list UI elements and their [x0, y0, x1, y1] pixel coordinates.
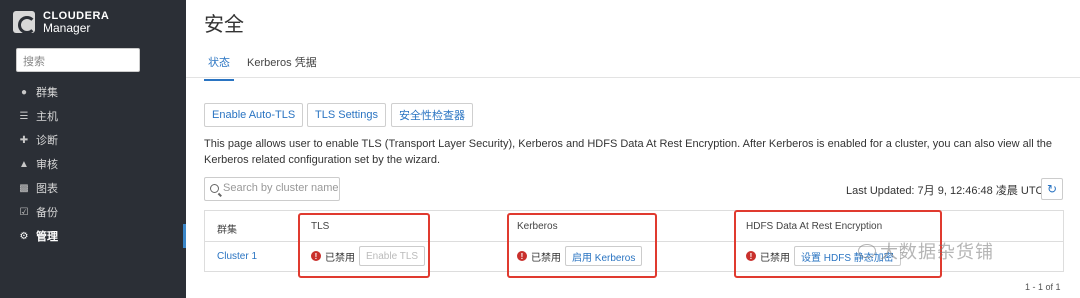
cluster-link[interactable]: Cluster 1	[217, 251, 257, 262]
search-icon	[210, 184, 219, 193]
audit-icon: ▲	[19, 158, 29, 170]
sidebar-item-hosts[interactable]: ☰ 主机	[0, 104, 186, 128]
main-content: 安全 状态 Kerberos 凭据 Enable Auto-TLS TLS Se…	[186, 0, 1080, 298]
cluster-search-placeholder: Search by cluster name	[223, 182, 339, 194]
enable-auto-tls-button[interactable]: Enable Auto-TLS	[204, 103, 304, 127]
last-updated: Last Updated: 7月 9, 12:46:48 凌晨 UTC	[846, 185, 1044, 197]
tls-settings-button[interactable]: TLS Settings	[307, 103, 386, 127]
column-header-cluster: 群集	[217, 225, 237, 236]
brand[interactable]: CLOUDERA Manager	[13, 10, 109, 34]
refresh-icon: ↻	[1046, 182, 1058, 196]
diagnostics-icon: ✚	[19, 134, 29, 146]
pagination-info: 1 - 1 of 1	[1025, 282, 1061, 292]
tab-kerberos-credentials[interactable]: Kerberos 凭据	[247, 54, 317, 70]
watermark: 大数据杂货铺	[858, 238, 994, 264]
sidebar-item-label: 群集	[36, 87, 58, 99]
brand-product: Manager	[43, 21, 91, 35]
sidebar-item-charts[interactable]: ▩ 图表	[0, 176, 186, 200]
hosts-icon: ☰	[19, 110, 29, 122]
highlight-box-kerberos	[507, 213, 657, 278]
sidebar-item-label: 图表	[36, 183, 58, 195]
sidebar-nav: ● 群集 ☰ 主机 ✚ 诊断 ▲ 审核 ▩ 图表 ☑ 备份 ⚙ 管理	[0, 80, 186, 248]
sidebar-item-label: 主机	[36, 111, 58, 123]
sidebar: CLOUDERA Manager 搜索 ● 群集 ☰ 主机 ✚ 诊断 ▲ 审核 ▩ 图表 …	[0, 0, 186, 298]
sidebar-item-clusters[interactable]: ● 群集	[0, 80, 186, 104]
sidebar-item-admin[interactable]: ⚙ 管理	[0, 224, 186, 248]
wechat-icon	[858, 244, 876, 258]
refresh-button[interactable]: ↻	[1041, 178, 1063, 200]
clusters-icon: ●	[20, 86, 28, 98]
tab-bar: 状态 Kerberos 凭据	[186, 46, 1080, 81]
sidebar-item-label: 审核	[36, 159, 58, 171]
page-title: 安全	[204, 14, 244, 36]
page-description: This page allows user to enable TLS (Tra…	[204, 138, 1053, 166]
table-row: Cluster 1	[217, 251, 257, 262]
sidebar-item-audit[interactable]: ▲ 审核	[0, 152, 186, 176]
security-checker-button[interactable]: 安全性检查器	[391, 103, 473, 127]
watermark-text: 大数据杂货铺	[880, 242, 994, 262]
sidebar-item-backup[interactable]: ☑ 备份	[0, 200, 186, 224]
sidebar-item-label: 备份	[36, 207, 58, 219]
backup-icon: ☑	[19, 206, 29, 218]
sidebar-item-label: 管理	[36, 231, 58, 243]
cluster-search-input[interactable]: Search by cluster name	[204, 177, 340, 201]
cloudera-logo-icon	[13, 11, 36, 34]
gear-icon: ⚙	[19, 230, 29, 242]
tab-status[interactable]: 状态	[204, 54, 234, 81]
highlight-box-tls	[298, 213, 430, 278]
charts-icon: ▩	[19, 182, 29, 194]
sidebar-item-diagnostics[interactable]: ✚ 诊断	[0, 128, 186, 152]
sidebar-item-label: 诊断	[36, 135, 58, 147]
sidebar-search-input[interactable]: 搜索	[16, 48, 140, 72]
